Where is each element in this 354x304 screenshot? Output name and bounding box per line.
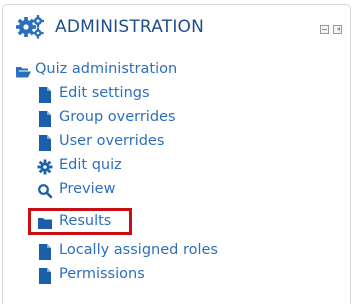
- administration-block: ADMINISTRATION Quiz administration Edit …: [2, 4, 351, 304]
- file-icon: [39, 268, 51, 284]
- menu-item-label: Preview: [59, 181, 116, 197]
- results-highlight-box: [28, 208, 132, 235]
- menu-item-label: Edit settings: [59, 85, 150, 101]
- gears-icon: [16, 15, 44, 39]
- menu-item-label: Permissions: [59, 266, 145, 282]
- file-icon: [39, 244, 51, 260]
- folder-open-icon: [15, 67, 31, 78]
- dock-icon[interactable]: [333, 25, 342, 34]
- block-header: ADMINISTRATION: [3, 5, 350, 47]
- minimize-icon[interactable]: [320, 25, 329, 34]
- tree-root-label: Quiz administration: [35, 61, 178, 77]
- menu-item-label: Edit quiz: [59, 157, 122, 173]
- file-icon: [39, 111, 51, 127]
- menu-item-label: Locally assigned roles: [59, 242, 218, 258]
- block-title: ADMINISTRATION: [55, 17, 205, 37]
- file-icon: [39, 87, 51, 103]
- gear-icon: [37, 159, 53, 175]
- search-icon: [38, 184, 53, 199]
- file-icon: [39, 135, 51, 151]
- menu-item-label: Group overrides: [59, 109, 176, 125]
- menu-item-label: User overrides: [59, 133, 165, 149]
